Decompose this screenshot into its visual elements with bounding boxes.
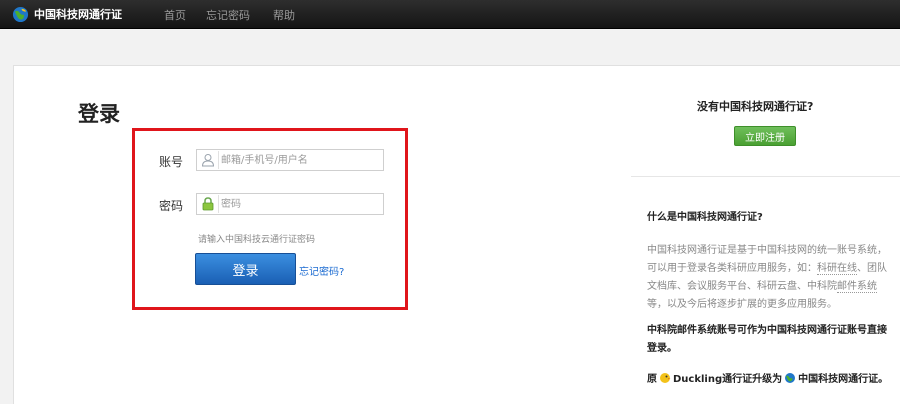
upgrade-prefix: 原 [647,374,657,385]
mail-system-link[interactable]: 邮件系统 [837,281,877,293]
nav-home[interactable]: 首页 [164,7,186,23]
user-icon [198,151,219,169]
password-field[interactable] [196,193,384,215]
no-account-question: 没有中国科技网通行证? [697,100,814,113]
what-is-title: 什么是中国科技网通行证? [647,212,763,223]
nav-forgot-password[interactable]: 忘记密码 [206,7,250,23]
upgrade-note: 原 Duckling通行证升级为 中国科技网通行证。 [647,370,897,385]
top-navbar: 中国科技网通行证 首页 忘记密码 帮助 [0,0,900,29]
account-input[interactable] [221,151,379,169]
upgrade-middle: Duckling通行证升级为 [673,374,783,385]
description-part3: 等，以及今后将逐步扩展的更多应用服务。 [647,299,837,310]
description-text: 中国科技网通行证是基于中国科技网的统一账号系统，可以用于登录各类科研应用服务，如… [647,242,895,314]
account-field[interactable] [196,149,384,171]
duckling-icon [660,372,671,383]
page-title: 登录 [78,102,120,126]
logo[interactable]: 中国科技网通行证 [12,5,122,23]
login-button[interactable]: 登录 [195,253,296,285]
globe-icon [12,6,29,22]
sidebar-divider [631,176,900,177]
research-online-link[interactable]: 科研在线 [817,263,857,275]
password-hint: 请输入中国科技云通行证密码 [198,235,316,245]
globe-icon [785,372,796,383]
forgot-password-link[interactable]: 忘记密码? [299,263,344,278]
password-input[interactable] [221,195,379,213]
main-panel: 登录 账号 密码 请输入中国科技云通行证密码 登录 忘记密码? 没有中国科技网通… [13,65,900,404]
account-label: 账号 [159,155,184,169]
register-button[interactable]: 立即注册 [734,126,796,146]
logo-text: 中国科技网通行证 [34,8,122,21]
mail-account-note: 中科院邮件系统账号可作为中国科技网通行证账号直接登录。 [647,325,887,354]
upgrade-suffix: 中国科技网通行证。 [798,374,889,385]
nav-help[interactable]: 帮助 [273,7,295,23]
lock-icon [198,195,219,213]
password-label: 密码 [159,199,184,213]
